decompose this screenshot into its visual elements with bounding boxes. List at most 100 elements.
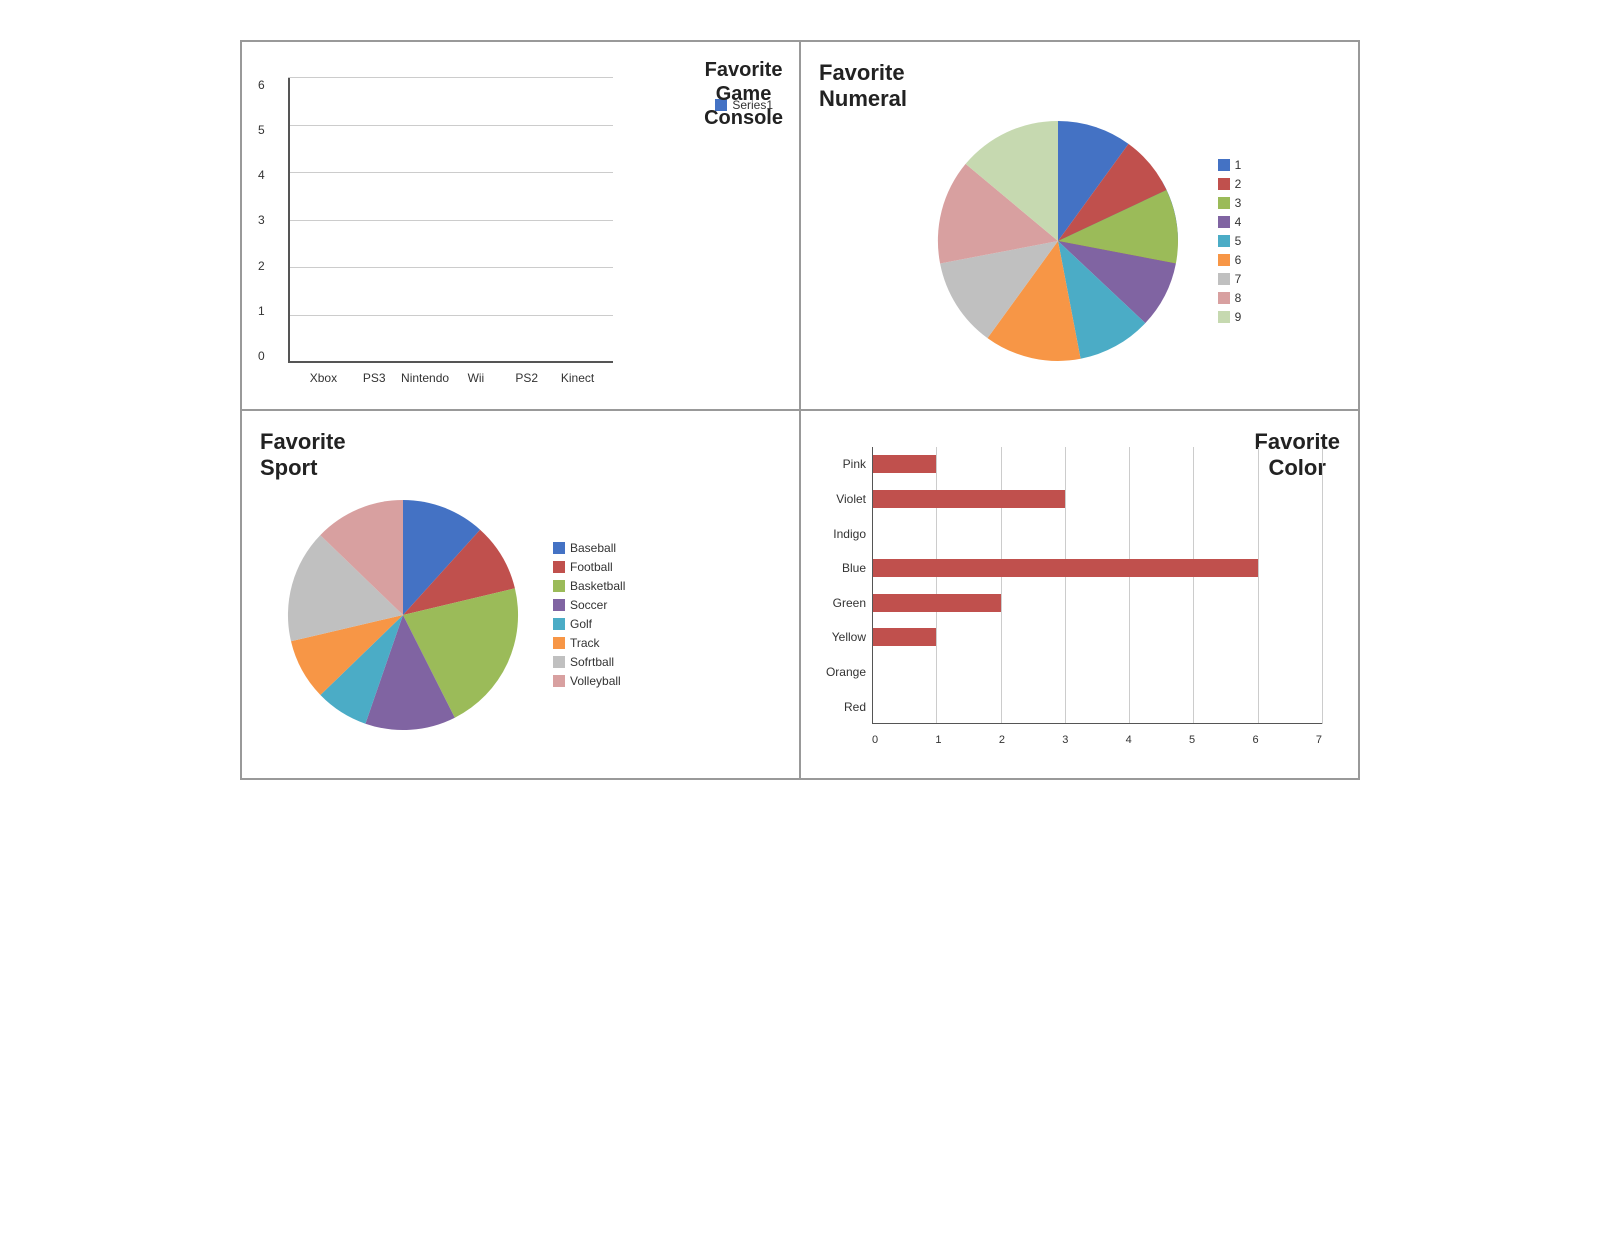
numeral-pie-svg xyxy=(918,101,1198,381)
hbar-row-indigo xyxy=(872,523,1322,545)
top-left-chart: 0 1 2 3 4 5 6 xyxy=(241,41,800,410)
x-axis-line xyxy=(288,361,613,363)
legend-item-3: 3 xyxy=(1218,196,1242,210)
vgrid-7 xyxy=(1322,447,1323,724)
hbar-row-yellow xyxy=(872,626,1322,648)
hbar-row-pink xyxy=(872,453,1322,475)
legend-box-volleyball xyxy=(553,675,565,687)
hbar-x-labels: 0 1 2 3 4 5 6 7 xyxy=(872,734,1322,746)
legend-box-5 xyxy=(1218,235,1230,247)
legend-box-8 xyxy=(1218,292,1230,304)
legend-item-4: 4 xyxy=(1218,215,1242,229)
x-label-ps2: PS2 xyxy=(501,371,552,385)
hbar-label-red: Red xyxy=(844,696,869,718)
hbar-x-0: 0 xyxy=(872,734,878,746)
hbar-label-pink: Pink xyxy=(843,453,869,475)
hbar-label-violet: Violet xyxy=(836,488,869,510)
legend-label-9: 9 xyxy=(1235,310,1242,324)
hbar-label-yellow: Yellow xyxy=(832,626,869,648)
legend-box-basketball xyxy=(553,580,565,592)
sport-legend-track: Track xyxy=(553,636,625,650)
hbar-x-4: 4 xyxy=(1126,734,1132,746)
legend-box-3 xyxy=(1218,197,1230,209)
legend-label-baseball: Baseball xyxy=(570,541,616,555)
sport-legend-volleyball: Volleyball xyxy=(553,674,625,688)
legend-box-4 xyxy=(1218,216,1230,228)
bar-chart-area: 0 1 2 3 4 5 6 xyxy=(288,78,613,363)
hbar-label-blue: Blue xyxy=(842,557,869,579)
hbar-row-red xyxy=(872,696,1322,718)
hbar-chart-area: Pink Violet Indigo Blue Green Yellow Ora… xyxy=(872,447,1322,724)
bottom-right-chart: FavoriteColor Pink Violet Indigo Blue G xyxy=(800,410,1359,779)
hbar-row-violet xyxy=(872,488,1322,510)
bottom-left-chart: FavoriteSport xyxy=(241,410,800,779)
numeral-chart-title: FavoriteNumeral xyxy=(819,60,907,113)
y-label-2: 2 xyxy=(258,259,265,273)
hbar-x-7: 7 xyxy=(1316,734,1322,746)
legend-label-soccer: Soccer xyxy=(570,598,607,612)
legend-label-golf: Golf xyxy=(570,617,592,631)
sport-legend-soccer: Soccer xyxy=(553,598,625,612)
legend-box-1 xyxy=(1218,159,1230,171)
hbar-row-orange xyxy=(872,661,1322,683)
sport-chart-title: FavoriteSport xyxy=(260,429,346,482)
hbar-axis-bottom xyxy=(872,723,1322,724)
sport-legend-softball: Sofrtball xyxy=(553,655,625,669)
bar-chart-title: FavoriteGameConsole xyxy=(704,58,783,130)
legend-label-volleyball: Volleyball xyxy=(570,674,621,688)
bar-x-labels: Xbox PS3 Nintendo Wii PS2 Kinect xyxy=(288,371,613,385)
top-right-chart: FavoriteNumeral xyxy=(800,41,1359,410)
hbar-bar-yellow xyxy=(872,628,936,646)
hbar-x-1: 1 xyxy=(935,734,941,746)
hbar-container: Pink Violet Indigo Blue Green Yellow Ora… xyxy=(817,427,1342,762)
legend-box-9 xyxy=(1218,311,1230,323)
legend-label-8: 8 xyxy=(1235,291,1242,305)
y-label-6: 6 xyxy=(258,78,265,92)
legend-label-5: 5 xyxy=(1235,234,1242,248)
hbar-x-6: 6 xyxy=(1252,734,1258,746)
legend-label-2: 2 xyxy=(1235,177,1242,191)
legend-box-6 xyxy=(1218,254,1230,266)
hbar-rows xyxy=(872,447,1322,724)
hbar-axis-left xyxy=(872,447,873,724)
hbar-label-green: Green xyxy=(833,592,869,614)
hbar-label-orange: Orange xyxy=(826,661,869,683)
legend-item-2: 2 xyxy=(1218,177,1242,191)
hbar-label-indigo: Indigo xyxy=(833,523,869,545)
x-label-kinect: Kinect xyxy=(552,371,603,385)
bars-wrapper xyxy=(288,78,613,363)
sport-legend-basketball: Basketball xyxy=(553,579,625,593)
legend-label-softball: Sofrtball xyxy=(570,655,614,669)
sport-pie-legend: Baseball Football Basketball Soccer Golf… xyxy=(553,541,625,688)
sport-legend-baseball: Baseball xyxy=(553,541,625,555)
sport-legend-football: Football xyxy=(553,560,625,574)
legend-label-3: 3 xyxy=(1235,196,1242,210)
legend-item-7: 7 xyxy=(1218,272,1242,286)
legend-label-6: 6 xyxy=(1235,253,1242,267)
legend-box-2 xyxy=(1218,178,1230,190)
hbar-x-5: 5 xyxy=(1189,734,1195,746)
y-label-3: 3 xyxy=(258,213,265,227)
sport-legend-golf: Golf xyxy=(553,617,625,631)
hbar-x-3: 3 xyxy=(1062,734,1068,746)
hbar-bar-green xyxy=(872,594,1001,612)
legend-label-1: 1 xyxy=(1235,158,1242,172)
x-label-wii: Wii xyxy=(450,371,501,385)
hbar-x-2: 2 xyxy=(999,734,1005,746)
legend-item-8: 8 xyxy=(1218,291,1242,305)
sport-pie-svg xyxy=(268,480,538,750)
hbar-row-green xyxy=(872,592,1322,614)
legend-box-7 xyxy=(1218,273,1230,285)
legend-box-softball xyxy=(553,656,565,668)
x-label-ps3: PS3 xyxy=(349,371,400,385)
x-label-nintendo: Nintendo xyxy=(400,371,451,385)
legend-label-track: Track xyxy=(570,636,600,650)
hbar-bar-blue xyxy=(872,559,1258,577)
x-label-xbox: Xbox xyxy=(298,371,349,385)
legend-item-6: 6 xyxy=(1218,253,1242,267)
dashboard: 0 1 2 3 4 5 6 xyxy=(240,40,1360,780)
legend-box-baseball xyxy=(553,542,565,554)
hbar-y-labels: Pink Violet Indigo Blue Green Yellow Ora… xyxy=(817,447,869,724)
hbar-row-blue xyxy=(872,557,1322,579)
legend-box-golf xyxy=(553,618,565,630)
